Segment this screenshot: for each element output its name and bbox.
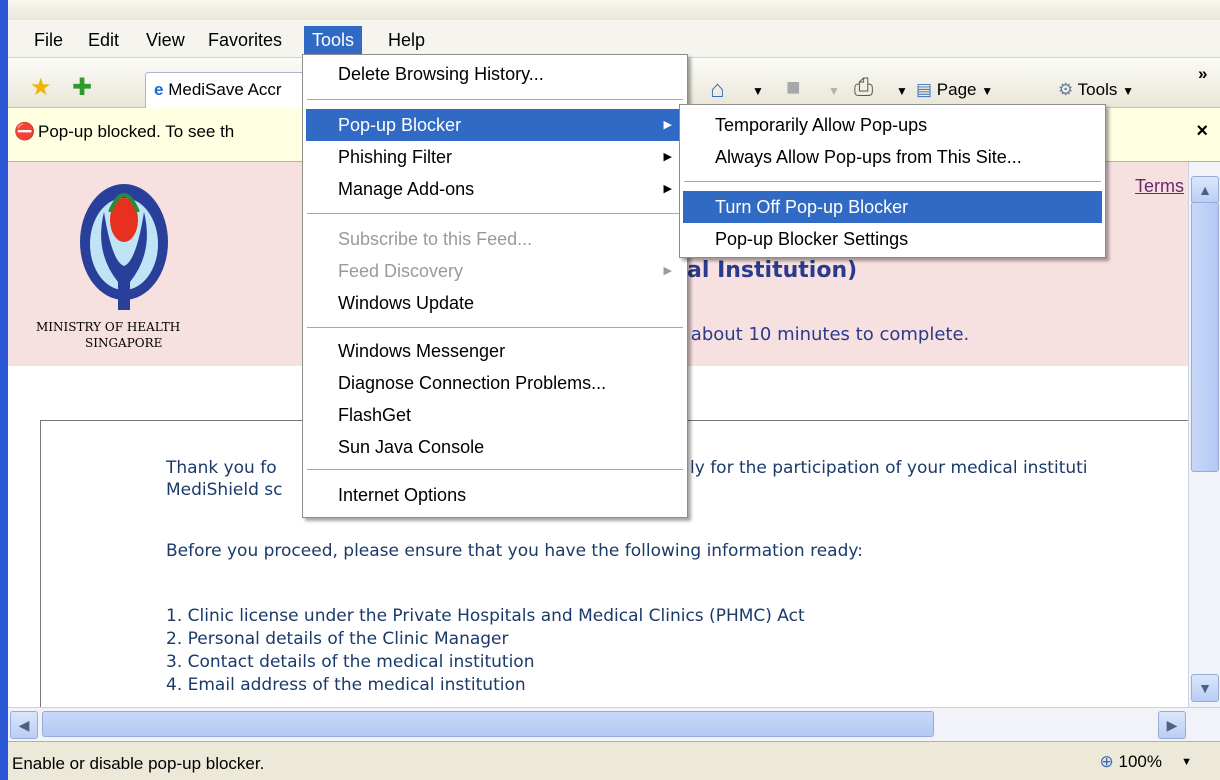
page-icon: ▤ bbox=[916, 80, 933, 99]
menu-favorites[interactable]: Favorites bbox=[200, 26, 290, 54]
scroll-up-button[interactable]: ▲ bbox=[1191, 176, 1219, 204]
time-estimate-text: e about 10 minutes to complete. bbox=[674, 324, 970, 345]
submenu-arrow-icon: ▶ bbox=[663, 265, 672, 277]
home-icon[interactable]: ⌂ bbox=[710, 76, 725, 104]
menu-separator bbox=[307, 469, 683, 470]
thank-you-text-end: ly for the participation of your medical… bbox=[690, 458, 1088, 478]
menu-separator bbox=[307, 213, 683, 214]
zoom-dropdown-icon[interactable]: ▼ bbox=[1181, 756, 1192, 768]
vertical-scroll-thumb[interactable] bbox=[1191, 202, 1219, 472]
home-dropdown-icon[interactable]: ▼ bbox=[752, 78, 764, 103]
scroll-right-button[interactable]: ▶ bbox=[1158, 711, 1186, 739]
page-menu-button[interactable]: ▤ Page ▼ bbox=[916, 78, 993, 103]
menu-item-feed-discovery: Feed Discovery ▶ bbox=[306, 255, 684, 287]
menu-item-sun-java-console[interactable]: Sun Java Console bbox=[306, 431, 684, 463]
horizontal-scrollbar[interactable]: ◀ ▶ bbox=[8, 707, 1220, 741]
print-icon[interactable]: ⎙ bbox=[854, 74, 873, 102]
page-menu-label: Page bbox=[936, 80, 977, 99]
menu-file[interactable]: File bbox=[26, 26, 71, 54]
menu-item-always-allow-popups[interactable]: Always Allow Pop-ups from This Site... bbox=[683, 141, 1102, 173]
zoom-level[interactable]: ⊕ 100% bbox=[1100, 752, 1162, 772]
menu-item-diagnose-connection[interactable]: Diagnose Connection Problems... bbox=[306, 367, 684, 399]
menu-help[interactable]: Help bbox=[380, 26, 433, 54]
menu-item-phishing-filter[interactable]: Phishing Filter ▶ bbox=[306, 141, 684, 173]
menu-separator bbox=[307, 327, 683, 328]
menu-item-temporarily-allow-popups[interactable]: Temporarily Allow Pop-ups bbox=[683, 109, 1102, 141]
menu-item-manage-addons[interactable]: Manage Add-ons ▶ bbox=[306, 173, 684, 205]
add-favorite-icon[interactable]: ✚ bbox=[72, 74, 92, 102]
menu-item-windows-update[interactable]: Windows Update bbox=[306, 287, 684, 319]
menu-tools[interactable]: Tools bbox=[304, 26, 363, 54]
popup-blocked-icon: ⛔ bbox=[14, 122, 36, 141]
horizontal-scroll-thumb[interactable] bbox=[42, 711, 934, 737]
vertical-scrollbar[interactable]: ▲ ▼ bbox=[1188, 162, 1220, 707]
menu-item-turn-off-popup-blocker[interactable]: Turn Off Pop-up Blocker bbox=[683, 191, 1102, 223]
menu-item-windows-messenger[interactable]: Windows Messenger bbox=[306, 335, 684, 367]
menu-item-flashget[interactable]: FlashGet bbox=[306, 399, 684, 431]
gear-icon: ⚙ bbox=[1058, 80, 1074, 99]
info-bar-text: Pop-up blocked. To see th bbox=[38, 122, 235, 141]
tools-menu-label: Tools bbox=[1077, 80, 1118, 99]
thank-you-text-start: Thank you fo bbox=[166, 458, 277, 478]
list-item: 3. Contact details of the medical instit… bbox=[166, 652, 535, 672]
list-item: 2. Personal details of the Clinic Manage… bbox=[166, 629, 509, 649]
org-name-line2: SINGAPORE bbox=[85, 336, 163, 350]
scroll-down-button[interactable]: ▼ bbox=[1191, 674, 1219, 702]
favorites-star-icon[interactable]: ★ bbox=[30, 74, 52, 102]
menu-item-popup-blocker-settings[interactable]: Pop-up Blocker Settings bbox=[683, 223, 1102, 255]
feeds-dropdown-icon: ▼ bbox=[828, 84, 840, 98]
org-name-line1: MINISTRY OF HEALTH bbox=[36, 320, 181, 334]
menu-item-label: Pop-up Blocker bbox=[338, 115, 462, 135]
menu-item-label: Phishing Filter bbox=[338, 147, 453, 167]
close-icon[interactable]: × bbox=[1196, 120, 1208, 143]
feeds-icon[interactable]: ■ bbox=[786, 74, 801, 102]
toolbar-overflow-chevron[interactable]: » bbox=[1198, 62, 1207, 86]
chevron-down-icon: ▼ bbox=[981, 84, 994, 98]
window-top-strip bbox=[0, 0, 1220, 20]
medishield-text: MediShield sc bbox=[166, 480, 283, 500]
menu-item-popup-blocker[interactable]: Pop-up Blocker ▶ bbox=[306, 109, 684, 141]
menu-view[interactable]: View bbox=[138, 26, 193, 54]
menu-separator bbox=[307, 99, 683, 100]
tools-menu-button[interactable]: ⚙ Tools ▼ bbox=[1058, 78, 1134, 103]
print-dropdown-icon[interactable]: ▼ bbox=[896, 78, 908, 103]
zoom-value: 100% bbox=[1118, 752, 1162, 771]
status-text: Enable or disable pop-up blocker. bbox=[12, 754, 265, 773]
menu-item-internet-options[interactable]: Internet Options bbox=[306, 479, 684, 511]
list-item: 4. Email address of the medical institut… bbox=[166, 675, 526, 695]
zoom-icon: ⊕ bbox=[1099, 752, 1114, 771]
menu-item-subscribe-feed: Subscribe to this Feed... bbox=[338, 229, 533, 249]
list-item: 1. Clinic license under the Private Hosp… bbox=[166, 606, 805, 626]
moh-logo-icon bbox=[80, 184, 168, 310]
status-bar: Enable or disable pop-up blocker. ⊕ 100%… bbox=[8, 741, 1220, 780]
popup-blocker-submenu: Temporarily Allow Pop-ups Always Allow P… bbox=[679, 104, 1106, 258]
page-heading: cal Institution) bbox=[674, 258, 858, 283]
menu-item-delete-browsing-history[interactable]: Delete Browsing History... bbox=[306, 58, 684, 90]
tools-menu: Delete Browsing History... Pop-up Blocke… bbox=[302, 54, 688, 518]
submenu-arrow-icon: ▶ bbox=[663, 183, 672, 195]
menu-item-label: Manage Add-ons bbox=[338, 179, 475, 199]
submenu-arrow-icon: ▶ bbox=[663, 119, 672, 131]
ie-page-icon: e bbox=[154, 80, 164, 99]
tab-medisave[interactable]: e MediSave Accr bbox=[145, 72, 315, 108]
menu-separator bbox=[684, 181, 1101, 182]
proceed-text: Before you proceed, please ensure that y… bbox=[166, 541, 863, 561]
chevron-down-icon: ▼ bbox=[1122, 84, 1134, 98]
window-left-border bbox=[0, 0, 8, 780]
menu-item-label: Feed Discovery bbox=[338, 261, 464, 281]
menubar: File Edit View Favorites Tools Help bbox=[8, 20, 1220, 58]
scroll-left-button[interactable]: ◀ bbox=[10, 711, 38, 739]
submenu-arrow-icon: ▶ bbox=[663, 151, 672, 163]
menu-edit[interactable]: Edit bbox=[80, 26, 127, 54]
terms-link[interactable]: Terms bbox=[1135, 176, 1184, 197]
tab-title: MediSave Accr bbox=[168, 80, 282, 99]
